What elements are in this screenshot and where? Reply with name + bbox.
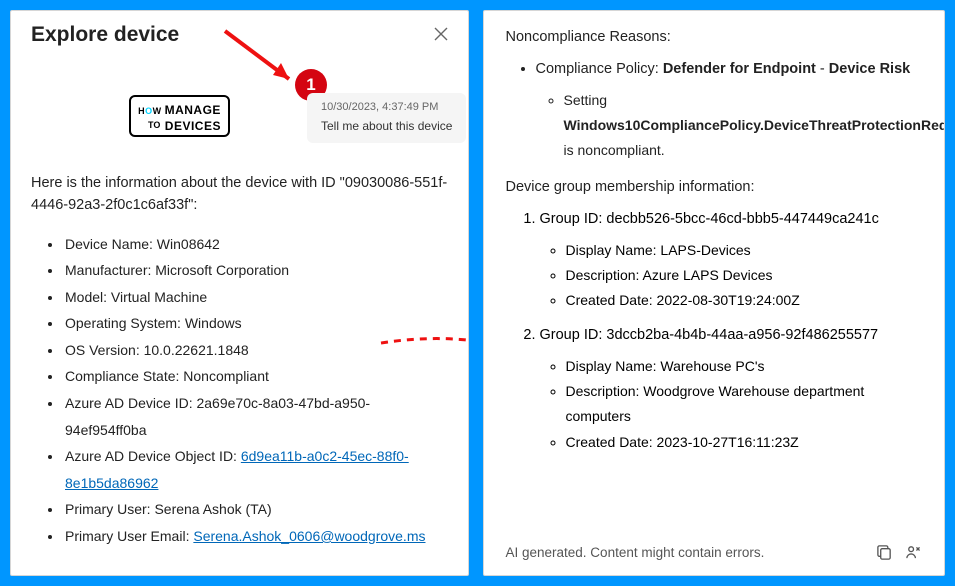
device-compliance: Compliance State: Noncompliant bbox=[63, 363, 448, 390]
device-manufacturer: Manufacturer: Microsoft Corporation bbox=[63, 257, 448, 284]
compliance-policy-item: Compliance Policy: Defender for Endpoint… bbox=[536, 57, 923, 163]
group1-date: Created Date: 2022-08-30T19:24:00Z bbox=[566, 288, 923, 313]
copy-icon[interactable] bbox=[876, 544, 893, 561]
left-pane: Explore device HOWMANAGE HTO DEVICES 1 1… bbox=[10, 10, 469, 576]
group1-desc: Description: Azure LAPS Devices bbox=[566, 263, 923, 288]
group2-desc: Description: Woodgrove Warehouse departm… bbox=[566, 379, 923, 429]
right-pane: Noncompliance Reasons: Compliance Policy… bbox=[483, 10, 946, 576]
device-aad-id: Azure AD Device ID: 2a69e70c-8a03-47bd-a… bbox=[63, 390, 448, 443]
group1-name: Display Name: LAPS-Devices bbox=[566, 238, 923, 263]
group2-date: Created Date: 2023-10-27T16:11:23Z bbox=[566, 430, 923, 455]
device-info-list: Device Name: Win08642 Manufacturer: Micr… bbox=[63, 231, 448, 550]
noncompliance-list: Compliance Policy: Defender for Endpoint… bbox=[536, 57, 923, 173]
ai-footer-text: AI generated. Content might contain erro… bbox=[506, 545, 765, 560]
device-model: Model: Virtual Machine bbox=[63, 284, 448, 311]
close-button[interactable] bbox=[434, 26, 448, 44]
close-icon bbox=[434, 27, 448, 41]
dialog-title: Explore device bbox=[31, 23, 179, 47]
device-primary-email: Primary User Email: Serena.Ashok_0606@wo… bbox=[63, 523, 448, 550]
site-logo: HOWMANAGE HTO DEVICES bbox=[129, 95, 230, 137]
device-name: Device Name: Win08642 bbox=[63, 231, 448, 258]
group-2: Group ID: 3dccb2ba-4b4b-44aa-a956-92f486… bbox=[540, 323, 923, 454]
primary-email-link[interactable]: Serena.Ashok_0606@woodgrove.ms bbox=[193, 528, 425, 544]
chat-bubble: 10/30/2023, 4:37:49 PM Tell me about thi… bbox=[307, 93, 466, 143]
noncompliance-title: Noncompliance Reasons: bbox=[506, 29, 923, 45]
setting-item: Setting Windows10CompliancePolicy.Device… bbox=[564, 88, 923, 164]
group-list: Group ID: decbb526-5bcc-46cd-bbb5-447449… bbox=[540, 207, 923, 465]
device-aad-obj: Azure AD Device Object ID: 6d9ea11b-a0c2… bbox=[63, 443, 448, 496]
device-os-version: OS Version: 10.0.22621.1848 bbox=[63, 337, 448, 364]
chat-timestamp: 10/30/2023, 4:37:49 PM bbox=[321, 101, 452, 113]
feedback-icon[interactable] bbox=[905, 544, 922, 561]
chat-message: Tell me about this device bbox=[321, 119, 452, 133]
group-1: Group ID: decbb526-5bcc-46cd-bbb5-447449… bbox=[540, 207, 923, 313]
arrow-icon bbox=[221, 25, 311, 95]
device-primary-user: Primary User: Serena Ashok (TA) bbox=[63, 496, 448, 523]
device-os: Operating System: Windows bbox=[63, 310, 448, 337]
ai-footer: AI generated. Content might contain erro… bbox=[506, 534, 923, 561]
group2-name: Display Name: Warehouse PC's bbox=[566, 354, 923, 379]
group-title: Device group membership information: bbox=[506, 179, 923, 195]
intro-text: Here is the information about the device… bbox=[31, 173, 448, 217]
